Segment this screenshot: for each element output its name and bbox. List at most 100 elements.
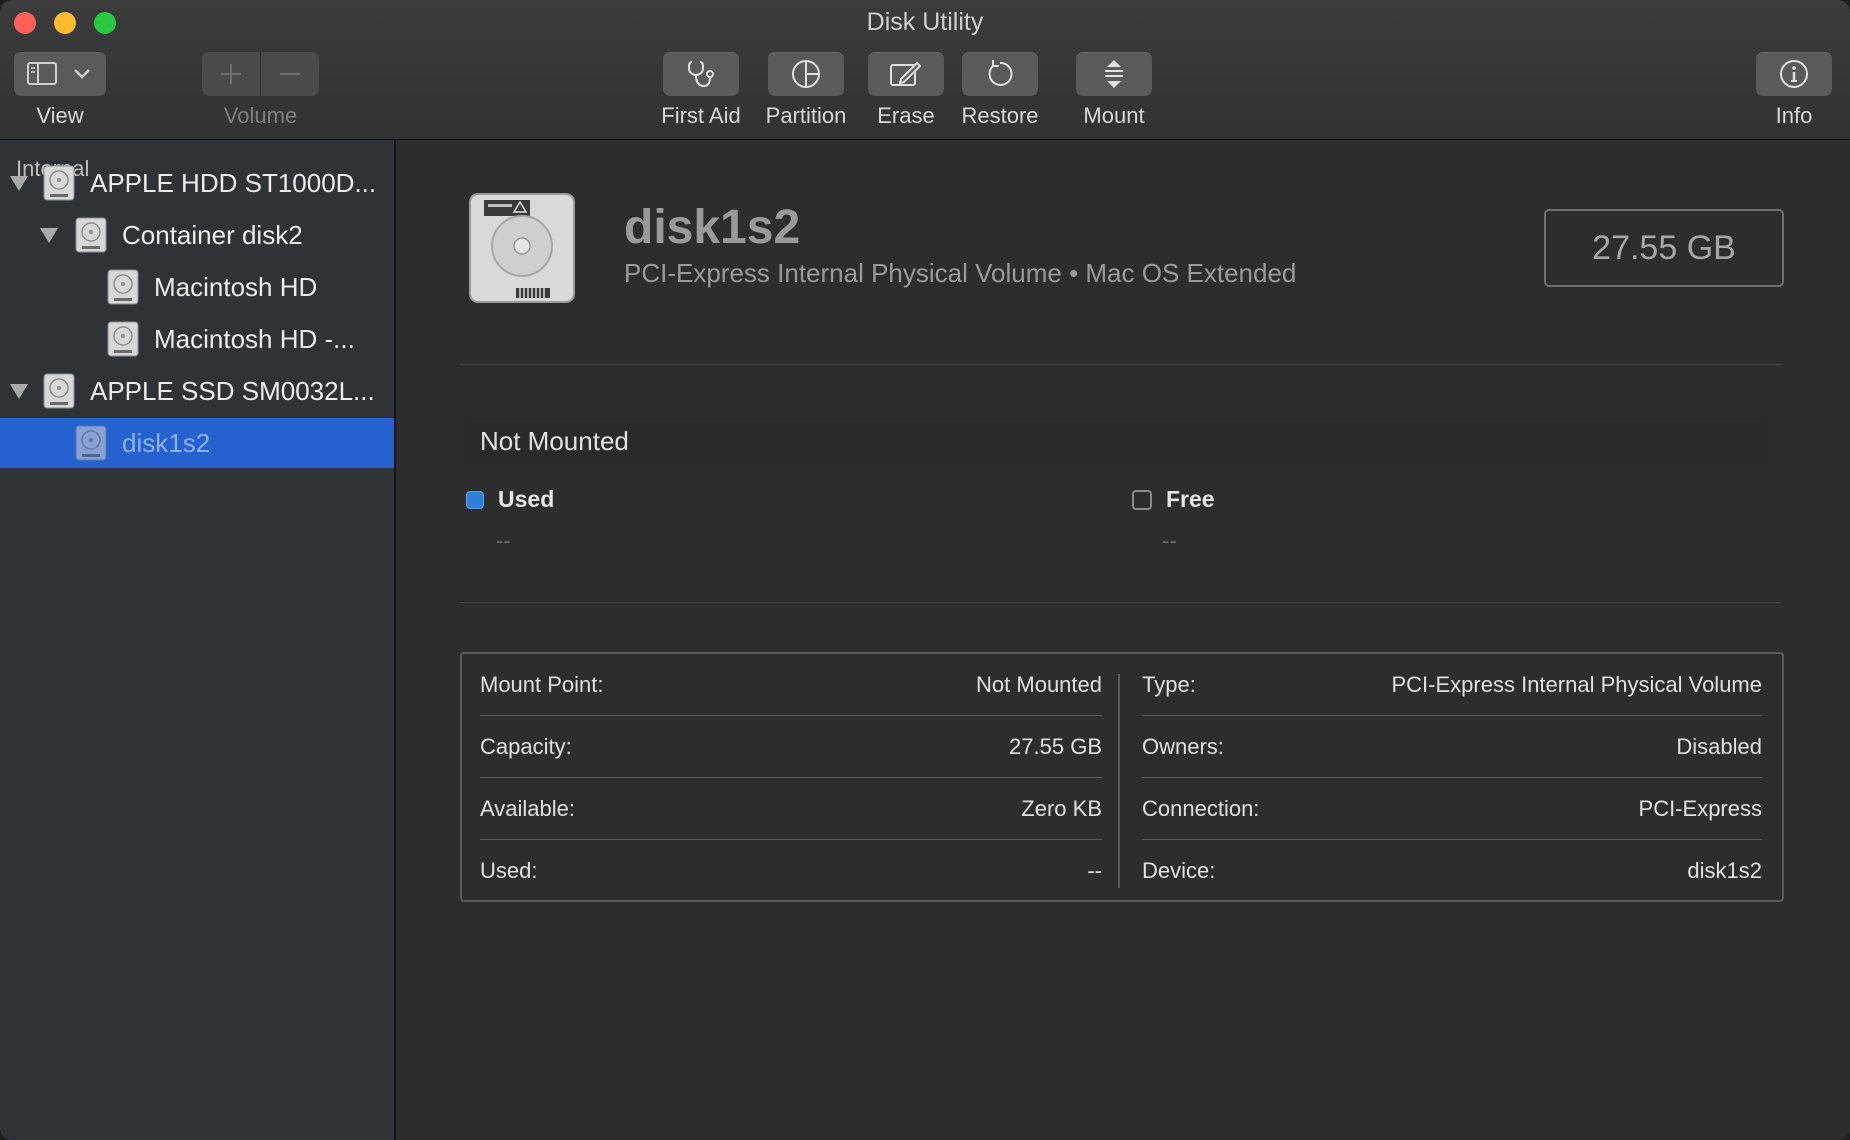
sidebar-item-label: Container disk2 bbox=[122, 220, 303, 250]
volume-name: disk1s2 bbox=[624, 201, 801, 254]
stethoscope-icon bbox=[687, 61, 714, 88]
info-tool[interactable]: Info bbox=[1754, 52, 1834, 129]
plus-icon bbox=[221, 64, 241, 84]
divider bbox=[460, 364, 1782, 365]
toolbar: Disk Utility View Volume First Aid Parti… bbox=[0, 0, 1850, 140]
info-key: Mount Point: bbox=[480, 672, 604, 697]
sidebar-item-apple-hdd[interactable]: APPLE HDD ST1000D... bbox=[0, 158, 394, 208]
hard-drive-icon bbox=[107, 269, 139, 305]
hard-drive-icon bbox=[107, 321, 139, 357]
sidebar-item-container-disk2[interactable]: Container disk2 bbox=[0, 210, 394, 260]
hard-drive-icon bbox=[43, 373, 75, 409]
restore-button[interactable] bbox=[962, 52, 1038, 96]
free-value: -- bbox=[1162, 528, 1177, 553]
volume-label: Volume bbox=[223, 103, 298, 128]
usage-bar: Not Mounted bbox=[464, 418, 1768, 464]
info-value: -- bbox=[1087, 858, 1102, 883]
partition-pie-icon bbox=[792, 60, 820, 88]
mount-icon bbox=[1105, 60, 1123, 88]
info-label: Info bbox=[1775, 103, 1813, 128]
volume-size-badge: 27.55 GB bbox=[1544, 209, 1784, 287]
info-value: PCI-Express Internal Physical Volume bbox=[1391, 672, 1763, 697]
view-label: View bbox=[36, 103, 84, 128]
disclosure-triangle-icon[interactable] bbox=[40, 228, 58, 243]
chevron-down-icon bbox=[74, 69, 90, 79]
info-value: Disabled bbox=[1676, 734, 1762, 759]
erase-label: Erase bbox=[877, 103, 935, 128]
info-row-type: Type: PCI-Express Internal Physical Volu… bbox=[1142, 654, 1762, 716]
info-key: Owners: bbox=[1142, 734, 1224, 759]
sidebar-item-label: Macintosh HD -... bbox=[154, 324, 355, 354]
info-key: Connection: bbox=[1142, 796, 1260, 821]
partition-label: Partition bbox=[765, 103, 847, 128]
sidebar-item-label: Macintosh HD bbox=[154, 272, 318, 302]
mount-tool[interactable]: Mount bbox=[1074, 52, 1154, 129]
info-row-owners: Owners: Disabled bbox=[1142, 716, 1762, 778]
used-label: Used bbox=[498, 486, 555, 512]
sidebar-item-label: disk1s2 bbox=[122, 428, 211, 458]
sidebar-item-label: APPLE SSD SM0032L... bbox=[90, 376, 375, 406]
large-hard-drive-icon bbox=[469, 193, 575, 303]
disclosure-triangle-icon[interactable] bbox=[10, 384, 28, 399]
sidebar-icon bbox=[27, 62, 57, 85]
info-icon bbox=[1780, 60, 1808, 88]
add-volume-button[interactable] bbox=[202, 52, 260, 96]
used-legend: Used bbox=[466, 486, 554, 513]
info-value: 27.55 GB bbox=[1009, 734, 1102, 759]
divider bbox=[460, 602, 1782, 603]
disclosure-triangle-icon[interactable] bbox=[10, 176, 28, 191]
column-divider bbox=[1118, 674, 1120, 888]
free-swatch bbox=[1132, 489, 1152, 510]
restore-label: Restore bbox=[961, 103, 1039, 128]
erase-tool[interactable]: Erase bbox=[866, 52, 946, 129]
first-aid-button[interactable] bbox=[663, 52, 739, 96]
erase-button[interactable] bbox=[868, 52, 944, 96]
hard-drive-icon bbox=[43, 165, 75, 201]
info-key: Device: bbox=[1142, 858, 1216, 883]
first-aid-tool[interactable]: First Aid bbox=[658, 52, 744, 129]
mount-button[interactable] bbox=[1076, 52, 1152, 96]
info-key: Used: bbox=[480, 858, 538, 883]
info-value: Zero KB bbox=[1021, 796, 1102, 821]
disk-utility-window: Disk Utility View Volume First Aid Parti… bbox=[0, 0, 1850, 1140]
sidebar-item-macintosh-hd[interactable]: Macintosh HD bbox=[0, 262, 394, 312]
view-button[interactable] bbox=[14, 52, 106, 96]
volume-info-table: Mount Point: Not Mounted Capacity: 27.55… bbox=[460, 652, 1784, 902]
used-swatch bbox=[466, 490, 484, 509]
volume-description: PCI-Express Internal Physical Volume • M… bbox=[624, 258, 1297, 288]
detail-pane: disk1s2 PCI-Express Internal Physical Vo… bbox=[396, 140, 1850, 1140]
erase-pencil-icon bbox=[890, 61, 922, 86]
free-label: Free bbox=[1166, 486, 1215, 512]
info-row-available: Available: Zero KB bbox=[480, 778, 1102, 840]
first-aid-label: First Aid bbox=[661, 103, 741, 128]
sidebar-item-disk1s2[interactable]: disk1s2 bbox=[0, 418, 394, 468]
sidebar-item-macintosh-hd-data[interactable]: Macintosh HD -... bbox=[0, 314, 394, 364]
sidebar-item-label: APPLE HDD ST1000D... bbox=[90, 168, 377, 198]
info-key: Available: bbox=[480, 796, 575, 821]
info-row-mount-point: Mount Point: Not Mounted bbox=[480, 654, 1102, 716]
view-tool[interactable]: View bbox=[14, 52, 106, 129]
partition-button[interactable] bbox=[768, 52, 844, 96]
window-title: Disk Utility bbox=[866, 8, 984, 36]
info-column-left: Mount Point: Not Mounted Capacity: 27.55… bbox=[480, 654, 1102, 900]
restore-arrow-icon bbox=[988, 60, 1013, 86]
info-key: Type: bbox=[1142, 672, 1196, 697]
minus-icon bbox=[280, 73, 300, 75]
info-value: PCI-Express bbox=[1638, 796, 1762, 821]
restore-tool[interactable]: Restore bbox=[958, 52, 1042, 129]
sidebar: Internal APPLE HDD ST1000D... Container … bbox=[0, 140, 396, 1140]
hard-drive-icon bbox=[75, 425, 107, 461]
sidebar-item-apple-ssd[interactable]: APPLE SSD SM0032L... bbox=[0, 366, 394, 416]
info-row-connection: Connection: PCI-Express bbox=[1142, 778, 1762, 840]
info-button[interactable] bbox=[1756, 52, 1832, 96]
info-value: disk1s2 bbox=[1687, 858, 1762, 883]
info-key: Capacity: bbox=[480, 734, 572, 759]
info-row-used: Used: -- bbox=[480, 840, 1102, 902]
partition-tool[interactable]: Partition bbox=[760, 52, 852, 129]
free-legend: Free bbox=[1132, 486, 1215, 513]
info-row-capacity: Capacity: 27.55 GB bbox=[480, 716, 1102, 778]
mount-status: Not Mounted bbox=[480, 425, 629, 456]
remove-volume-button[interactable] bbox=[260, 52, 319, 96]
used-value: -- bbox=[496, 528, 511, 553]
mount-label: Mount bbox=[1083, 103, 1145, 128]
